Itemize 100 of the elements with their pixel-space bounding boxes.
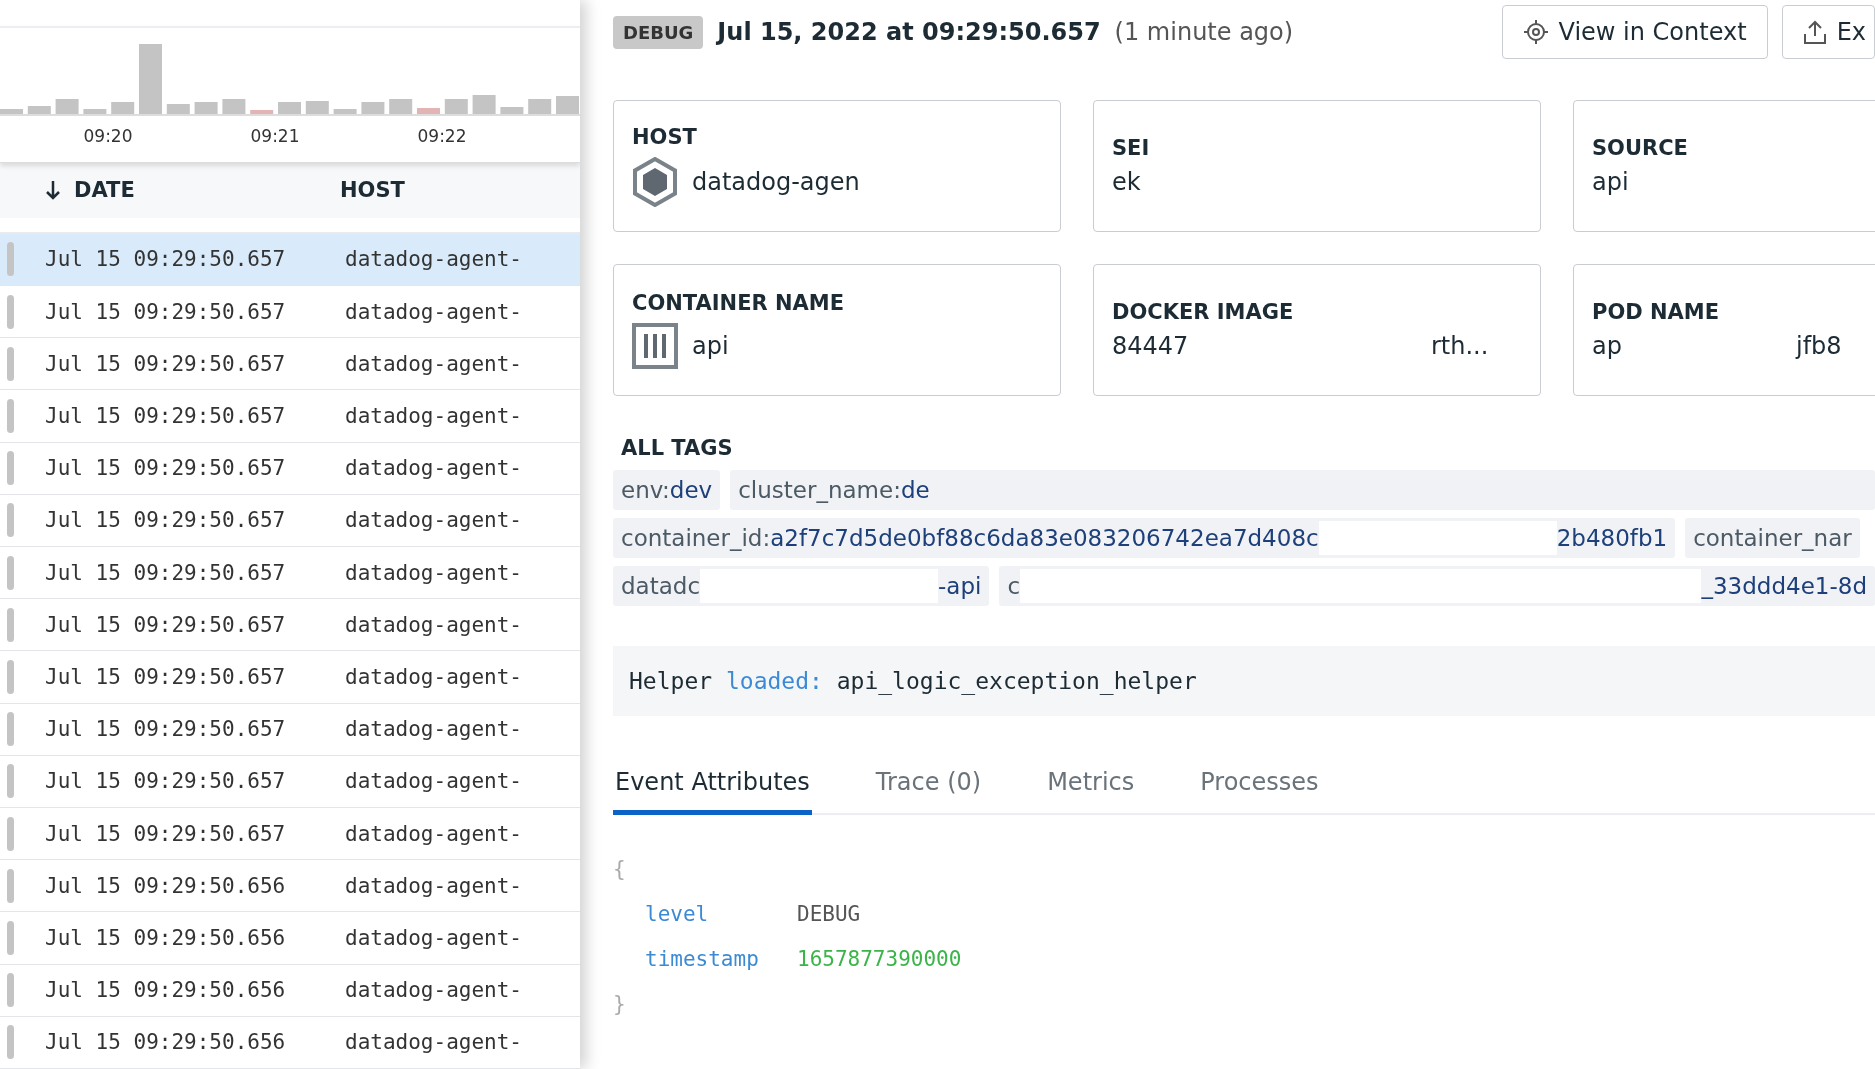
table-cell-text: Jul 15 09:29:50.657 [45,717,287,742]
sort-arrow-icon[interactable] [46,180,60,201]
log-row[interactable]: Jul 15 09:29:50.657 datadog-agent- [0,703,580,756]
log-row[interactable]: Jul 15 09:29:50.657 datadog-agent- [0,651,580,704]
histogram-bar [111,102,135,114]
log-row[interactable]: Jul 15 09:29:50.657 datadog-agent- [0,755,580,809]
tag[interactable]: cluster_name:de [730,470,1875,510]
log-row[interactable]: Jul 15 09:29:50.657 datadog-agent- [0,233,580,287]
histogram-bar [278,102,301,114]
histogram-bar [389,99,413,114]
status-bar-marker [7,451,14,486]
histogram-bar [556,96,579,114]
log-row[interactable]: Jul 15 09:29:50.657 datadog-agent- [0,390,580,443]
status-badge: DEBUG [613,15,704,49]
table-cell: datadog-agent- [345,560,522,585]
histogram-bar [444,99,468,114]
log-row[interactable]: Jul 15 09:29:50.657 datadog-agent- [0,338,580,391]
status-bar-marker [7,555,14,590]
log-row[interactable]: Jul 15 09:29:50.657 datadog-agent- [0,442,580,495]
tag[interactable]: c _33ddd4e1-8d [999,566,1875,606]
attribute-key[interactable]: level [645,892,797,937]
tab[interactable]: Processes [1198,768,1321,815]
table-cell-text: Jul 15 09:29:50.657 [45,769,287,794]
table-cell-text: Jul 15 09:29:50.657 [45,351,287,376]
table-cell: datadog-agent- [345,612,522,637]
card-value: api [692,332,729,360]
status-bar-marker [7,1025,14,1060]
table-cell-text: Jul 15 09:29:50.657 [45,665,287,690]
axis-label: 09:21 [250,126,300,146]
histogram-bar [55,99,79,114]
table-cell-text: Jul 15 09:29:50.656 [45,926,287,951]
status-bar-marker [7,294,14,329]
json-brace: } [613,992,626,1016]
table-cell: datadog-agent- [345,247,522,272]
attribute-value[interactable]: DEBUG [797,892,861,937]
log-row[interactable]: Jul 15 09:29:50.656 datadog-agent- [0,964,580,1017]
log-row[interactable]: Jul 15 09:29:50.656 datadog-agent- [0,912,580,965]
table-cell: datadog-agent- [345,665,522,690]
table-cell: datadog-agent- [345,1030,522,1055]
histogram-bar [250,110,274,114]
tab[interactable]: Event Attributes [613,768,812,815]
card-value: jfb8 [1796,332,1842,360]
status-bar-marker [7,816,14,851]
column-header[interactable]: HOST [340,178,405,203]
status-bar-marker [7,503,14,538]
table-cell: datadog-agent- [345,873,522,898]
log-row[interactable]: Jul 15 09:29:50.657 datadog-agent- [0,494,580,548]
table-cell: datadog-agent- [345,769,522,794]
card-value: rth... [1431,332,1489,360]
histogram-bar [83,109,107,114]
table-cell-text: Jul 15 09:29:50.657 [45,404,287,429]
log-row[interactable]: Jul 15 09:29:50.657 datadog-agent- [0,286,580,339]
log-row[interactable]: Jul 15 09:29:50.657 datadog-agent- [0,808,580,861]
histogram-bar [528,99,552,114]
histogram-bar [333,109,357,114]
table-cell-text: Jul 15 09:29:50.657 [45,821,287,846]
table-cell: datadog-agent- [345,821,522,846]
table-cell-text: Jul 15 09:29:50.657 [45,508,287,533]
status-bar-marker [7,660,14,695]
table-cell: datadog-agent- [345,299,522,324]
card-value: datadog-agen [692,168,860,196]
status-bar-marker [7,712,14,747]
tag[interactable]: datadc -api [613,566,990,606]
card-value: ap [1592,332,1623,360]
card-value: ek [1112,168,1141,196]
tag[interactable]: container_nar [1685,518,1860,558]
log-timestamp: Jul 15, 2022 at 09:29:50.657 [717,18,1101,46]
table-cell-text: Jul 15 09:29:50.656 [45,1030,287,1055]
hexagon-icon [632,157,678,207]
axis-label: 09:20 [83,126,133,146]
status-bar-marker [7,399,14,434]
axis-label: 09:22 [417,126,467,146]
card-label: CONTAINER NAME [632,291,846,315]
column-header[interactable]: DATE [74,178,135,203]
status-bar-marker [7,607,14,642]
status-bar-marker [7,346,14,381]
table-cell: datadog-agent- [345,404,522,429]
histogram-bar [139,44,162,114]
card-label: SOURCE [1592,136,1689,160]
attribute-key[interactable]: timestamp [645,937,797,982]
export-button[interactable]: Ex [1781,5,1875,59]
tab[interactable]: Metrics [1045,768,1137,815]
table-cell: datadog-agent- [345,978,522,1003]
log-message: Helper loaded: api_logic_exception_helper [613,646,1875,716]
log-row[interactable]: Jul 15 09:29:50.656 datadog-agent- [0,1016,580,1069]
card-value: 84447 [1112,332,1190,360]
table-cell-text: Jul 15 09:29:50.656 [45,978,287,1003]
table-cell-text: Jul 15 09:29:50.656 [45,873,287,898]
log-row[interactable]: Jul 15 09:29:50.657 datadog-agent- [0,599,580,652]
status-bar-marker [7,973,14,1008]
tag[interactable]: container_id:a2f7c7d5de0bf88c6da83e083206742ea7d408c 2b480fb1 [613,518,1676,558]
json-brace: { [613,857,626,881]
log-row[interactable]: Jul 15 09:29:50.656 datadog-agent- [0,860,580,913]
table-cell-text: Jul 15 09:29:50.657 [45,299,287,324]
table-cell: datadog-agent- [345,351,522,376]
tag[interactable]: env:dev [613,470,721,510]
table-cell-text: Jul 15 09:29:50.657 [45,560,287,585]
log-row[interactable]: Jul 15 09:29:50.657 datadog-agent- [0,547,580,600]
tab[interactable]: Trace (0) [873,768,984,815]
context-button[interactable]: View in Context [1501,5,1768,59]
